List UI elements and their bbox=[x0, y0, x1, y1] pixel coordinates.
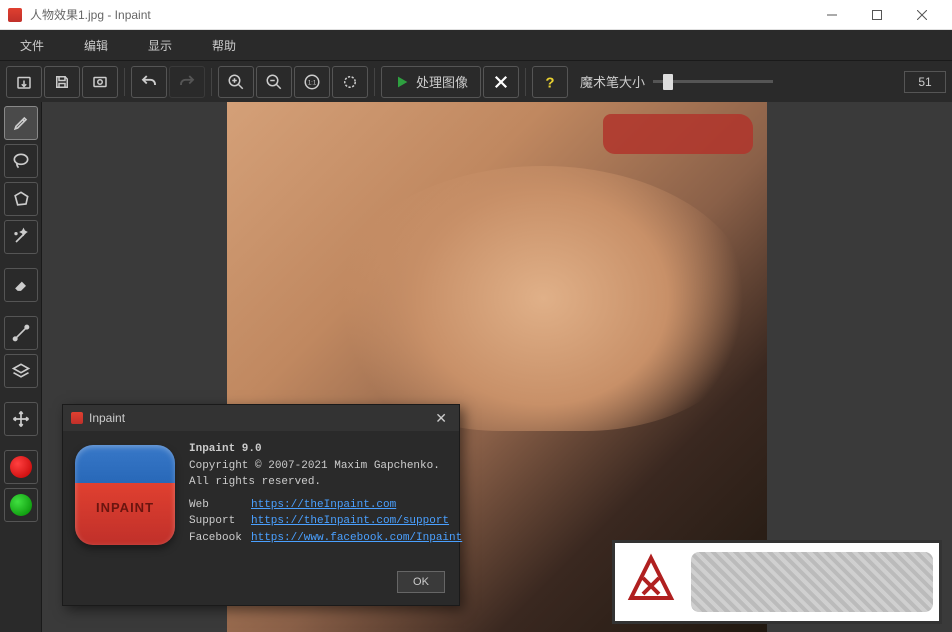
zoom-in-button[interactable] bbox=[218, 66, 254, 98]
red-dot-icon bbox=[10, 456, 32, 478]
move-tool[interactable] bbox=[4, 402, 38, 436]
toolbar: 1:1 处理图像 ? 魔术笔大小 bbox=[0, 60, 952, 102]
menubar: 文件 编辑 显示 帮助 bbox=[0, 30, 952, 60]
web-label: Web bbox=[189, 497, 251, 514]
maximize-button[interactable] bbox=[854, 0, 899, 30]
layers-tool[interactable] bbox=[4, 354, 38, 388]
play-icon bbox=[394, 74, 410, 90]
copyright-text: Copyright © 2007-2021 Maxim Gapchenko. bbox=[189, 458, 462, 475]
web-link[interactable]: https://theInpaint.com bbox=[251, 497, 396, 514]
process-button[interactable]: 处理图像 bbox=[381, 66, 481, 98]
support-link[interactable]: https://theInpaint.com/support bbox=[251, 513, 449, 530]
open-button[interactable] bbox=[6, 66, 42, 98]
watermark-text bbox=[691, 552, 933, 612]
dialog-close-button[interactable]: ✕ bbox=[431, 410, 451, 427]
app-icon bbox=[8, 8, 22, 22]
lasso-tool[interactable] bbox=[4, 144, 38, 178]
menu-view[interactable]: 显示 bbox=[136, 31, 200, 60]
green-dot-icon bbox=[10, 494, 32, 516]
line-tool[interactable] bbox=[4, 316, 38, 350]
menu-edit[interactable]: 编辑 bbox=[72, 31, 136, 60]
dialog-title: Inpaint bbox=[89, 411, 125, 425]
color-green-tool[interactable] bbox=[4, 488, 38, 522]
rights-text: All rights reserved. bbox=[189, 474, 462, 491]
brush-size-input[interactable] bbox=[904, 71, 946, 93]
titlebar: 人物效果1.jpg - Inpaint bbox=[0, 0, 952, 30]
product-name: Inpaint 9.0 bbox=[189, 443, 262, 455]
support-label: Support bbox=[189, 513, 251, 530]
watermark-icon bbox=[621, 550, 681, 615]
inpaint-logo-icon bbox=[75, 445, 175, 545]
watermark-overlay bbox=[612, 540, 942, 624]
marker-tool[interactable] bbox=[4, 106, 38, 140]
undo-button[interactable] bbox=[131, 66, 167, 98]
eraser-tool[interactable] bbox=[4, 268, 38, 302]
dialog-ok-button[interactable]: OK bbox=[397, 571, 445, 593]
dialog-titlebar[interactable]: Inpaint ✕ bbox=[63, 405, 459, 431]
about-dialog: Inpaint ✕ Inpaint 9.0 Copyright © 2007-2… bbox=[62, 404, 460, 606]
menu-help[interactable]: 帮助 bbox=[200, 31, 264, 60]
color-red-tool[interactable] bbox=[4, 450, 38, 484]
svg-text:1:1: 1:1 bbox=[308, 80, 317, 86]
help-button[interactable]: ? bbox=[532, 66, 568, 98]
brush-size-slider[interactable] bbox=[653, 80, 773, 83]
svg-text:?: ? bbox=[545, 74, 554, 91]
window-title: 人物效果1.jpg - Inpaint bbox=[30, 6, 809, 23]
process-label: 处理图像 bbox=[416, 72, 468, 91]
redo-button[interactable] bbox=[169, 66, 205, 98]
facebook-label: Facebook bbox=[189, 530, 251, 547]
magic-wand-tool[interactable] bbox=[4, 220, 38, 254]
cancel-button[interactable] bbox=[483, 66, 519, 98]
side-toolbar bbox=[0, 102, 42, 632]
zoom-actual-button[interactable]: 1:1 bbox=[294, 66, 330, 98]
polygon-tool[interactable] bbox=[4, 182, 38, 216]
close-button[interactable] bbox=[899, 0, 944, 30]
paint-selection-mark bbox=[603, 114, 753, 154]
save-button[interactable] bbox=[44, 66, 80, 98]
dialog-info: Inpaint 9.0 Copyright © 2007-2021 Maxim … bbox=[189, 441, 462, 546]
menu-file[interactable]: 文件 bbox=[8, 31, 72, 60]
gallery-button[interactable] bbox=[82, 66, 118, 98]
zoom-out-button[interactable] bbox=[256, 66, 292, 98]
dialog-app-icon bbox=[71, 412, 83, 424]
zoom-fit-button[interactable] bbox=[332, 66, 368, 98]
minimize-button[interactable] bbox=[809, 0, 854, 30]
brush-size-label: 魔术笔大小 bbox=[580, 72, 645, 91]
facebook-link[interactable]: https://www.facebook.com/Inpaint bbox=[251, 530, 462, 547]
